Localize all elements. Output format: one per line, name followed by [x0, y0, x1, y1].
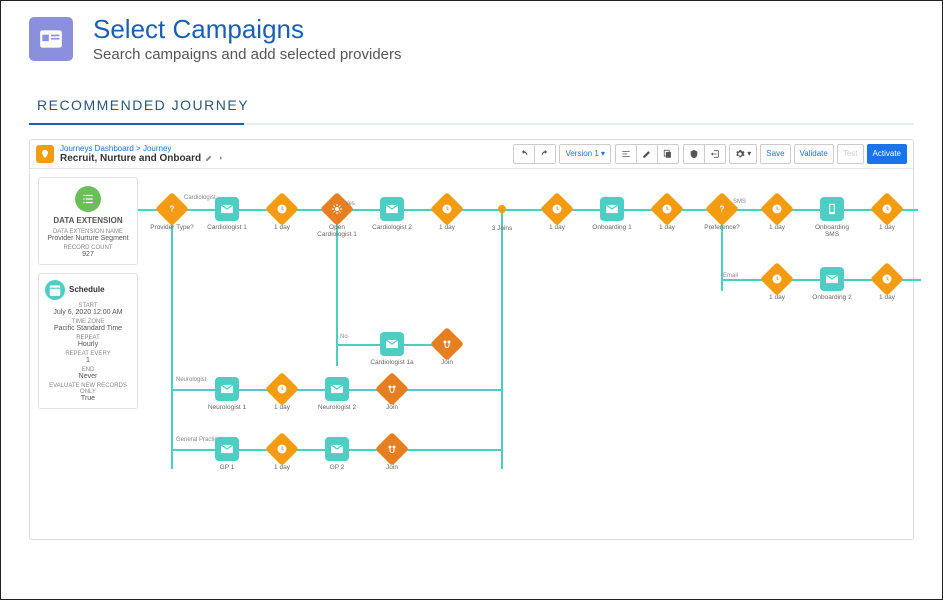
node-onboarding2[interactable]: Onboarding 2 — [808, 267, 856, 302]
version-dropdown[interactable]: Version 1 ▾ — [559, 144, 611, 164]
node-gp1[interactable]: GP 1 — [203, 437, 251, 472]
edit-tool-button[interactable] — [637, 144, 658, 164]
tag-no: No — [340, 334, 348, 340]
node-wait-3[interactable]: 1 day — [533, 197, 581, 232]
node-cardiologist2[interactable]: Cardiologist 2 — [368, 197, 416, 232]
node-wait-1[interactable]: 1 day — [258, 197, 306, 232]
node-gp2[interactable]: GP 2 — [313, 437, 361, 472]
node-wait-7[interactable]: 1 day — [753, 267, 801, 302]
node-wait-6[interactable]: 1 day — [863, 197, 911, 232]
chevron-right-icon — [217, 154, 225, 162]
section-title: RECOMMENDED JOURNEY — [29, 77, 914, 123]
journey-canvas[interactable]: ?Provider Type?CardiologistCardiologist … — [148, 177, 905, 531]
node-cardiologist1[interactable]: Cardiologist 1 — [203, 197, 251, 232]
tag-neurologist: Neurologist — [176, 377, 206, 383]
svg-text:?: ? — [170, 204, 175, 213]
node-wait-g1[interactable]: 1 day — [258, 437, 306, 472]
node-neurologist2[interactable]: Neurologist 2 — [313, 377, 361, 412]
align-button[interactable] — [615, 144, 637, 164]
journey-toolbar: Journeys Dashboard > Journey Recruit, Nu… — [30, 140, 913, 169]
undo-button[interactable] — [513, 144, 535, 164]
validate-button[interactable]: Validate — [794, 144, 834, 164]
page-subtitle: Search campaigns and add selected provid… — [93, 46, 402, 63]
calendar-icon — [45, 280, 65, 300]
node-join-1[interactable]: Join — [423, 332, 471, 367]
data-extension-card[interactable]: DATA EXTENSION DATA EXTENSION NAME Provi… — [38, 177, 138, 265]
node-onboarding-sms[interactable]: Onboarding SMS — [808, 197, 856, 240]
campaign-icon — [29, 17, 73, 61]
redo-button[interactable] — [535, 144, 556, 164]
settings-button[interactable]: ▾ — [729, 144, 757, 164]
breadcrumb[interactable]: Journeys Dashboard > Journey — [60, 144, 225, 153]
activate-button[interactable]: Activate — [867, 144, 907, 164]
copy-button[interactable] — [658, 144, 679, 164]
node-wait-5[interactable]: 1 day — [753, 197, 801, 232]
node-wait-8[interactable]: 1 day — [863, 267, 911, 302]
node-wait-n1[interactable]: 1 day — [258, 377, 306, 412]
node-neurologist1[interactable]: Neurologist 1 — [203, 377, 251, 412]
save-button[interactable]: Save — [760, 144, 790, 164]
section-underline — [29, 123, 914, 125]
node-onboarding1[interactable]: Onboarding 1 — [588, 197, 636, 232]
node-join-3[interactable]: Join — [368, 437, 416, 472]
tag-yes: Yes — [345, 201, 355, 207]
node-wait-4[interactable]: 1 day — [643, 197, 691, 232]
tag-email: Email — [723, 273, 738, 279]
node-join-2[interactable]: Join — [368, 377, 416, 412]
node-cardiologist1a[interactable]: Cardiologist 1a — [368, 332, 416, 367]
edit-icon — [205, 154, 213, 162]
exit-button[interactable] — [705, 144, 726, 164]
journey-title: Recruit, Nurture and Onboard — [60, 153, 225, 164]
node-wait-2[interactable]: 1 day — [423, 197, 471, 232]
page-title: Select Campaigns — [93, 15, 402, 44]
node-provider-type[interactable]: ?Provider Type? — [148, 197, 196, 232]
goal-button[interactable] — [683, 144, 705, 164]
schedule-card[interactable]: Schedule START July 6, 2020 12:00 AM TIM… — [38, 273, 138, 409]
tag-sms: SMS — [733, 199, 746, 205]
list-icon — [75, 186, 101, 212]
svg-text:?: ? — [720, 204, 725, 213]
pin-icon — [36, 145, 54, 163]
test-button: Test — [837, 144, 864, 164]
